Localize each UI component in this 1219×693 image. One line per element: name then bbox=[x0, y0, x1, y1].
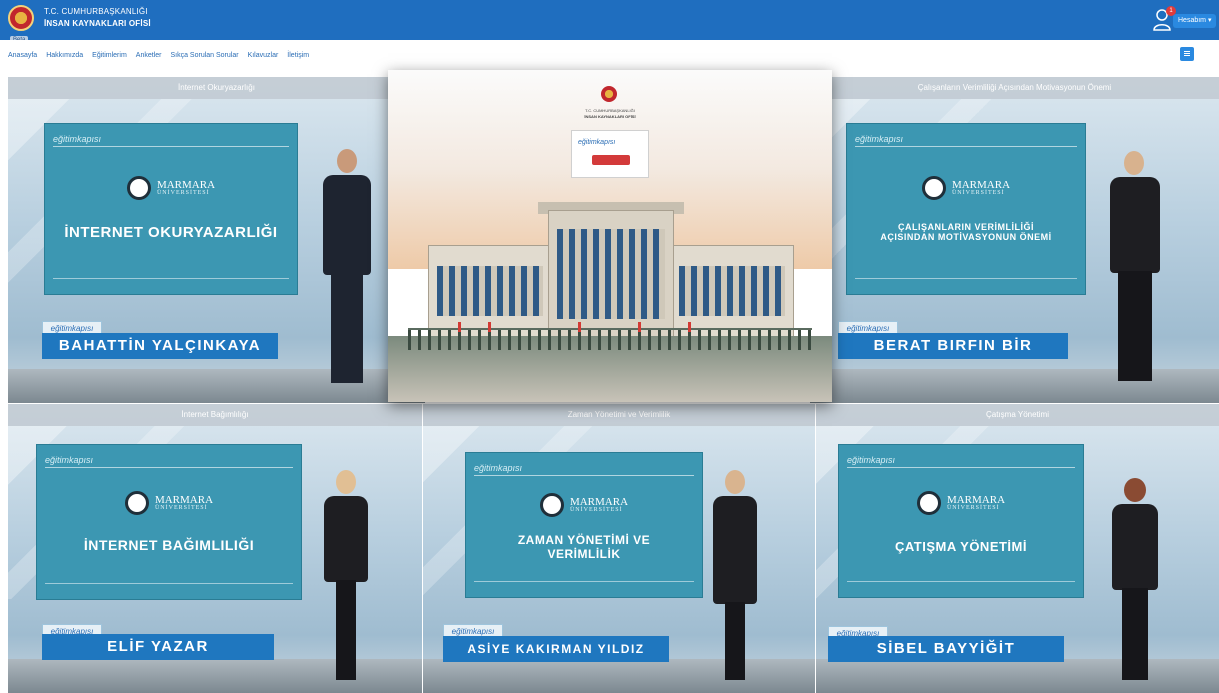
university-seal-icon bbox=[124, 491, 149, 515]
presenter-figure bbox=[705, 470, 765, 685]
flag-icon bbox=[688, 322, 691, 332]
brand-logo: eğitimkapısı bbox=[53, 134, 102, 144]
nav-guides[interactable]: Kılavuzlar bbox=[248, 52, 279, 59]
tile-title: Çalışanların Verimliliği Açısından Motiv… bbox=[810, 77, 1219, 99]
login-button[interactable] bbox=[592, 155, 630, 165]
university-seal-icon bbox=[539, 493, 564, 517]
brand-logo: eğitimkapısı bbox=[474, 463, 523, 473]
nav-about[interactable]: Hakkımızda bbox=[46, 52, 83, 59]
course-tile-motivation[interactable]: Çalışanların Verimliliği Açısından Motiv… bbox=[810, 77, 1219, 403]
brand-logo: eğitimkapısı bbox=[45, 455, 94, 465]
slide-title: ÇALIŞANLARIN VERİMLİLİĞİ AÇISINDAN MOTİV… bbox=[880, 222, 1052, 242]
slide-divider bbox=[847, 467, 1075, 468]
course-slide: eğitimkapısı MARMARA ÜNİVERSİTESİ ZAMAN Y… bbox=[465, 452, 703, 598]
brand-logo: eğitimkapısı bbox=[847, 455, 896, 465]
flag-icon bbox=[578, 322, 581, 332]
university-sub: ÜNİVERSİTESİ bbox=[154, 505, 208, 511]
course-tile-internet-addiction[interactable]: İnternet Bağımlılığı eğitimkapısı MARMAR… bbox=[8, 404, 422, 693]
nav-my-trainings[interactable]: Eğitimlerim bbox=[92, 52, 127, 59]
slide-title: İNTERNET BAĞIMLILIĞI bbox=[83, 537, 255, 553]
center-org-line2: İNSAN KAYNAKLARI OFİSİ bbox=[584, 114, 636, 119]
slide-title: İNTERNET OKURYAZARLIĞI bbox=[64, 224, 278, 241]
tile-title: İnternet Bağımlılığı bbox=[8, 404, 422, 426]
presenter-name-plate: SİBEL BAYYİĞİT bbox=[828, 636, 1064, 662]
university-logo: MARMARA ÜNİVERSİTESİ bbox=[45, 176, 297, 200]
slide-title: ZAMAN YÖNETİMİ VE VERİMLİLİK bbox=[517, 533, 651, 561]
flag-icon bbox=[638, 322, 641, 332]
slide-divider bbox=[45, 467, 293, 468]
university-name: MARMARA bbox=[946, 494, 1006, 506]
presenter-name-plate: BERAT BIRFIN BİR bbox=[838, 333, 1068, 359]
course-tile-conflict-management[interactable]: Çatışma Yönetimi eğitimkapısı MARMARA ÜNİ… bbox=[816, 404, 1219, 693]
presenter-figure bbox=[316, 470, 376, 685]
university-logo: MARMARA ÜNİVERSİTESİ bbox=[847, 176, 1085, 200]
top-header: T.C. CUMHURBAŞKANLIĞI İNSAN KAYNAKLARI O… bbox=[0, 0, 1219, 40]
nav-faq[interactable]: Sıkça Sorulan Sorular bbox=[170, 52, 238, 59]
university-name: MARMARA bbox=[569, 496, 629, 508]
university-logo: MARMARA ÜNİVERSİTESİ bbox=[466, 493, 702, 517]
university-logo: MARMARA ÜNİVERSİTESİ bbox=[839, 491, 1083, 515]
org-name-line1[interactable]: T.C. CUMHURBAŞKANLIĞI bbox=[44, 7, 148, 16]
flag-icon bbox=[458, 322, 461, 332]
presenter-name-plate: ELİF YAZAR bbox=[42, 634, 274, 660]
course-slide: eğitimkapısı MARMARA ÜNİVERSİTESİ İNTERNE… bbox=[44, 123, 298, 295]
university-seal-icon bbox=[126, 176, 151, 200]
university-name: MARMARA bbox=[154, 494, 214, 506]
menu-icon[interactable] bbox=[1180, 47, 1194, 61]
university-logo: MARMARA ÜNİVERSİTESİ bbox=[37, 491, 301, 515]
nav-contact[interactable]: İletişim bbox=[287, 52, 309, 59]
course-tile-time-management[interactable]: Zaman Yönetimi ve Verimlilik eğitimkapıs… bbox=[423, 404, 815, 693]
presenter-name-plate: ASİYE KAKIRMAN YILDIZ bbox=[443, 636, 669, 662]
state-emblem-icon[interactable] bbox=[8, 5, 34, 31]
nav-home[interactable]: Anasayfa bbox=[8, 52, 37, 59]
slide-footer bbox=[855, 278, 1077, 288]
university-sub: ÜNİVERSİTESİ bbox=[156, 190, 210, 196]
slide-footer bbox=[45, 583, 293, 593]
course-tile-internet-literacy[interactable]: İnternet Okuryazarlığı eğitimkapısı MARM… bbox=[8, 77, 425, 403]
university-name: MARMARA bbox=[951, 179, 1011, 191]
main-nav: Anasayfa Hakkımızda Eğitimlerim Anketler… bbox=[0, 40, 1219, 72]
tile-title: Çatışma Yönetimi bbox=[816, 404, 1219, 426]
presenter-figure bbox=[1102, 151, 1168, 387]
slide-divider bbox=[53, 146, 289, 147]
university-seal-icon bbox=[916, 491, 941, 515]
presenter-figure bbox=[313, 149, 383, 389]
palace-main-building bbox=[548, 210, 674, 340]
account-menu-button[interactable]: Hesabım ▾ bbox=[1173, 14, 1217, 28]
university-sub: ÜNİVERSİTESİ bbox=[951, 190, 1005, 196]
slide-footer bbox=[474, 581, 694, 591]
university-name: MARMARA bbox=[156, 179, 216, 191]
university-sub: ÜNİVERSİTESİ bbox=[946, 505, 1000, 511]
palace-gate bbox=[408, 328, 812, 350]
center-org-name: T.C. CUMHURBAŞKANLIĞI İNSAN KAYNAKLARI O… bbox=[388, 108, 832, 120]
flag-icon bbox=[488, 322, 491, 332]
course-slide: eğitimkapısı MARMARA ÜNİVERSİTESİ ÇALIŞAN… bbox=[846, 123, 1086, 295]
tile-title: İnternet Okuryazarlığı bbox=[8, 77, 425, 99]
brand-logo: eğitimkapısı bbox=[855, 134, 904, 144]
nav-surveys[interactable]: Anketler bbox=[136, 52, 162, 59]
course-slide: eğitimkapısı MARMARA ÜNİVERSİTESİ ÇATIŞMA… bbox=[838, 444, 1084, 598]
tile-title: Zaman Yönetimi ve Verimlilik bbox=[423, 404, 815, 426]
slide-footer bbox=[847, 581, 1075, 591]
course-slide: eğitimkapısı MARMARA ÜNİVERSİTESİ İNTERNE… bbox=[36, 444, 302, 600]
slide-footer bbox=[53, 278, 289, 288]
state-emblem-icon bbox=[601, 86, 617, 102]
slide-divider bbox=[855, 146, 1077, 147]
login-brand: eğitimkapısı bbox=[578, 139, 616, 146]
presenter-name-plate: BAHATTİN YALÇINKAYA bbox=[42, 333, 278, 359]
slide-title: ÇATIŞMA YÖNETİMİ bbox=[895, 539, 1027, 554]
org-name-line2[interactable]: İNSAN KAYNAKLARI OFİSİ bbox=[44, 19, 151, 28]
presenter-figure bbox=[1104, 478, 1166, 686]
login-preview-frame[interactable]: T.C. CUMHURBAŞKANLIĞI İNSAN KAYNAKLARI O… bbox=[388, 70, 832, 402]
university-sub: ÜNİVERSİTESİ bbox=[569, 507, 623, 513]
slide-divider bbox=[474, 475, 694, 476]
university-seal-icon bbox=[921, 176, 946, 200]
login-card: eğitimkapısı bbox=[571, 130, 649, 178]
